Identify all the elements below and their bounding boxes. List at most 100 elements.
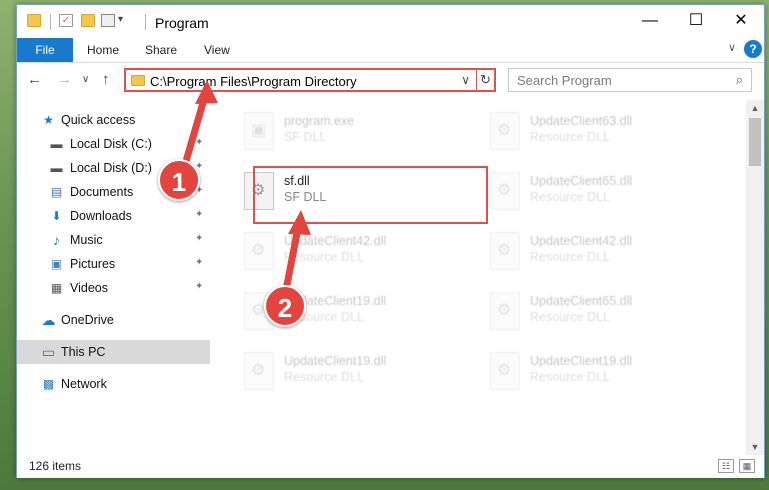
pin-icon: ✦ — [195, 233, 204, 244]
sidebar-item-label: Videos — [70, 281, 108, 295]
scroll-up-icon[interactable]: ▲ — [746, 100, 764, 116]
help-icon[interactable]: ? — [744, 40, 762, 58]
sidebar-item-local-disk-c[interactable]: ▬ Local Disk (C:) ✦ — [17, 132, 210, 156]
new-folder-icon[interactable] — [81, 14, 95, 27]
ribbon-tabs: File Home Share View ∨ ? — [17, 38, 764, 63]
search-icon[interactable]: ⌕ — [736, 72, 743, 88]
address-bar[interactable]: C:\Program Files\Program Directory ∨ — [124, 68, 496, 92]
file-type: Resource DLL — [530, 130, 610, 144]
file-list: ▣ program.exe SF DLL ⚙ UpdateClient63.dl… — [210, 100, 746, 455]
file-type: Resource DLL — [530, 310, 610, 324]
file-type: Resource DLL — [530, 250, 610, 264]
item-count: 126 items — [29, 459, 82, 473]
pictures-icon: ▣ — [50, 257, 63, 271]
file-name: UpdateClient19.dll — [530, 354, 633, 368]
list-item[interactable]: ⚙ UpdateClient42.dll Resource DLL — [480, 228, 710, 280]
drive-icon: ▬ — [50, 161, 63, 175]
step-badge-1: 1 — [158, 159, 200, 201]
file-name: UpdateClient65.dll — [530, 294, 633, 308]
properties-icon[interactable]: ✓ — [59, 14, 73, 27]
quick-access-dropdown-icon[interactable]: ▾ — [118, 14, 123, 25]
drive-icon: ▬ — [50, 137, 63, 151]
list-item[interactable]: ⚙ UpdateClient19.dll Resource DLL — [480, 348, 710, 400]
view-options-icon[interactable] — [101, 14, 115, 27]
file-name: UpdateClient42.dll — [284, 234, 387, 248]
dll-file-icon: ⚙ — [490, 232, 520, 270]
sidebar-item-label: Quick access — [61, 113, 136, 127]
file-name: UpdateClient19.dll — [284, 354, 387, 368]
sidebar-item-label: Local Disk (C:) — [70, 137, 152, 151]
sidebar-item-pictures[interactable]: ▣ Pictures ✦ — [17, 252, 210, 276]
dll-file-icon: ⚙ — [490, 172, 520, 210]
divider — [50, 14, 51, 30]
network-icon: ▩ — [42, 377, 55, 391]
file-type: Resource DLL — [284, 250, 364, 264]
sidebar-item-downloads[interactable]: ⬇ Downloads ✦ — [17, 204, 210, 228]
dll-file-icon: ⚙ — [244, 232, 274, 270]
refresh-button[interactable]: ↻ — [476, 68, 496, 92]
sidebar-item-network[interactable]: ▩ Network — [17, 372, 210, 396]
search-input[interactable] — [517, 72, 717, 88]
pin-icon: ✦ — [195, 209, 204, 220]
pin-icon: ✦ — [195, 137, 204, 148]
tab-view[interactable]: View — [204, 38, 230, 62]
scroll-down-icon[interactable]: ▼ — [746, 439, 764, 455]
file-name: program.exe — [284, 114, 355, 128]
computer-icon: ▭ — [41, 344, 56, 360]
exe-file-icon: ▣ — [244, 112, 274, 150]
sidebar-item-label: Music — [70, 233, 103, 247]
navigation-bar: ← → ∨ ↑ C:\Program Files\Program Directo… — [17, 63, 764, 97]
file-name: UpdateClient65.dll — [530, 174, 633, 188]
pin-icon: ✦ — [195, 281, 204, 292]
sidebar-item-onedrive[interactable]: ☁ OneDrive — [17, 308, 210, 332]
search-box[interactable]: ⌕ — [508, 68, 752, 92]
scroll-thumb[interactable] — [749, 118, 761, 166]
sidebar-item-videos[interactable]: ▦ Videos ✦ — [17, 276, 210, 300]
dll-file-icon: ⚙ — [490, 112, 520, 150]
sidebar-item-music[interactable]: ♪ Music ✦ — [17, 228, 210, 252]
tab-file[interactable]: File — [17, 38, 73, 62]
list-item[interactable]: ⚙ UpdateClient63.dll Resource DLL — [480, 108, 710, 160]
file-explorer-window: ✓ ▾ Program — ☐ ✕ File Home Share View ∨… — [16, 4, 765, 478]
file-name: UpdateClient42.dll — [530, 234, 633, 248]
star-icon: ★ — [43, 113, 54, 127]
sidebar-item-this-pc[interactable]: ▭ This PC — [17, 340, 210, 364]
address-dropdown-icon[interactable]: ∨ — [461, 73, 470, 87]
title-bar: ✓ ▾ Program — ☐ ✕ — [17, 5, 764, 38]
forward-button[interactable]: → — [57, 71, 72, 88]
sidebar-item-label: Documents — [70, 185, 134, 199]
dll-file-icon: ⚙ — [490, 292, 520, 330]
sidebar-item-quick-access[interactable]: ★ Quick access — [17, 108, 210, 132]
close-button[interactable]: ✕ — [718, 5, 764, 37]
list-item[interactable]: ⚙ UpdateClient19.dll Resource DLL — [234, 348, 464, 400]
tab-home[interactable]: Home — [87, 38, 119, 62]
file-type: SF DLL — [284, 130, 327, 144]
maximize-button[interactable]: ☐ — [673, 5, 719, 37]
status-bar: 126 items ☷ ▦ — [17, 455, 764, 478]
expand-ribbon-icon[interactable]: ∨ — [728, 41, 736, 54]
sidebar-item-label: Local Disk (D:) — [70, 161, 152, 175]
file-name: UpdateClient63.dll — [530, 114, 633, 128]
documents-icon: ▤ — [50, 185, 63, 199]
details-view-icon[interactable]: ☷ — [718, 459, 734, 473]
recent-locations-button[interactable]: ∨ — [82, 74, 89, 85]
list-item[interactable]: ⚙ UpdateClient65.dll Resource DLL — [480, 168, 710, 220]
tab-share[interactable]: Share — [145, 38, 177, 62]
back-button[interactable]: ← — [27, 71, 42, 88]
file-type: Resource DLL — [284, 370, 364, 384]
minimize-button[interactable]: — — [627, 5, 673, 37]
folder-icon — [131, 75, 145, 86]
dll-file-icon: ⚙ — [490, 352, 520, 390]
vertical-scrollbar[interactable]: ▲ ▼ — [746, 100, 764, 455]
large-icons-view-icon[interactable]: ▦ — [739, 459, 755, 473]
up-button[interactable]: ↑ — [102, 71, 110, 88]
divider — [145, 14, 146, 30]
navigation-pane: ★ Quick access ▬ Local Disk (C:) ✦ ▬ Loc… — [17, 100, 210, 455]
list-item[interactable]: ⚙ UpdateClient65.dll Resource DLL — [480, 288, 710, 340]
list-item[interactable]: ▣ program.exe SF DLL — [234, 108, 464, 160]
music-icon: ♪ — [53, 232, 60, 248]
download-icon: ⬇ — [51, 209, 62, 223]
step-badge-2: 2 — [264, 285, 306, 327]
list-item[interactable]: ⚙ UpdateClient42.dll Resource DLL — [234, 228, 464, 280]
sidebar-item-label: OneDrive — [61, 313, 114, 327]
